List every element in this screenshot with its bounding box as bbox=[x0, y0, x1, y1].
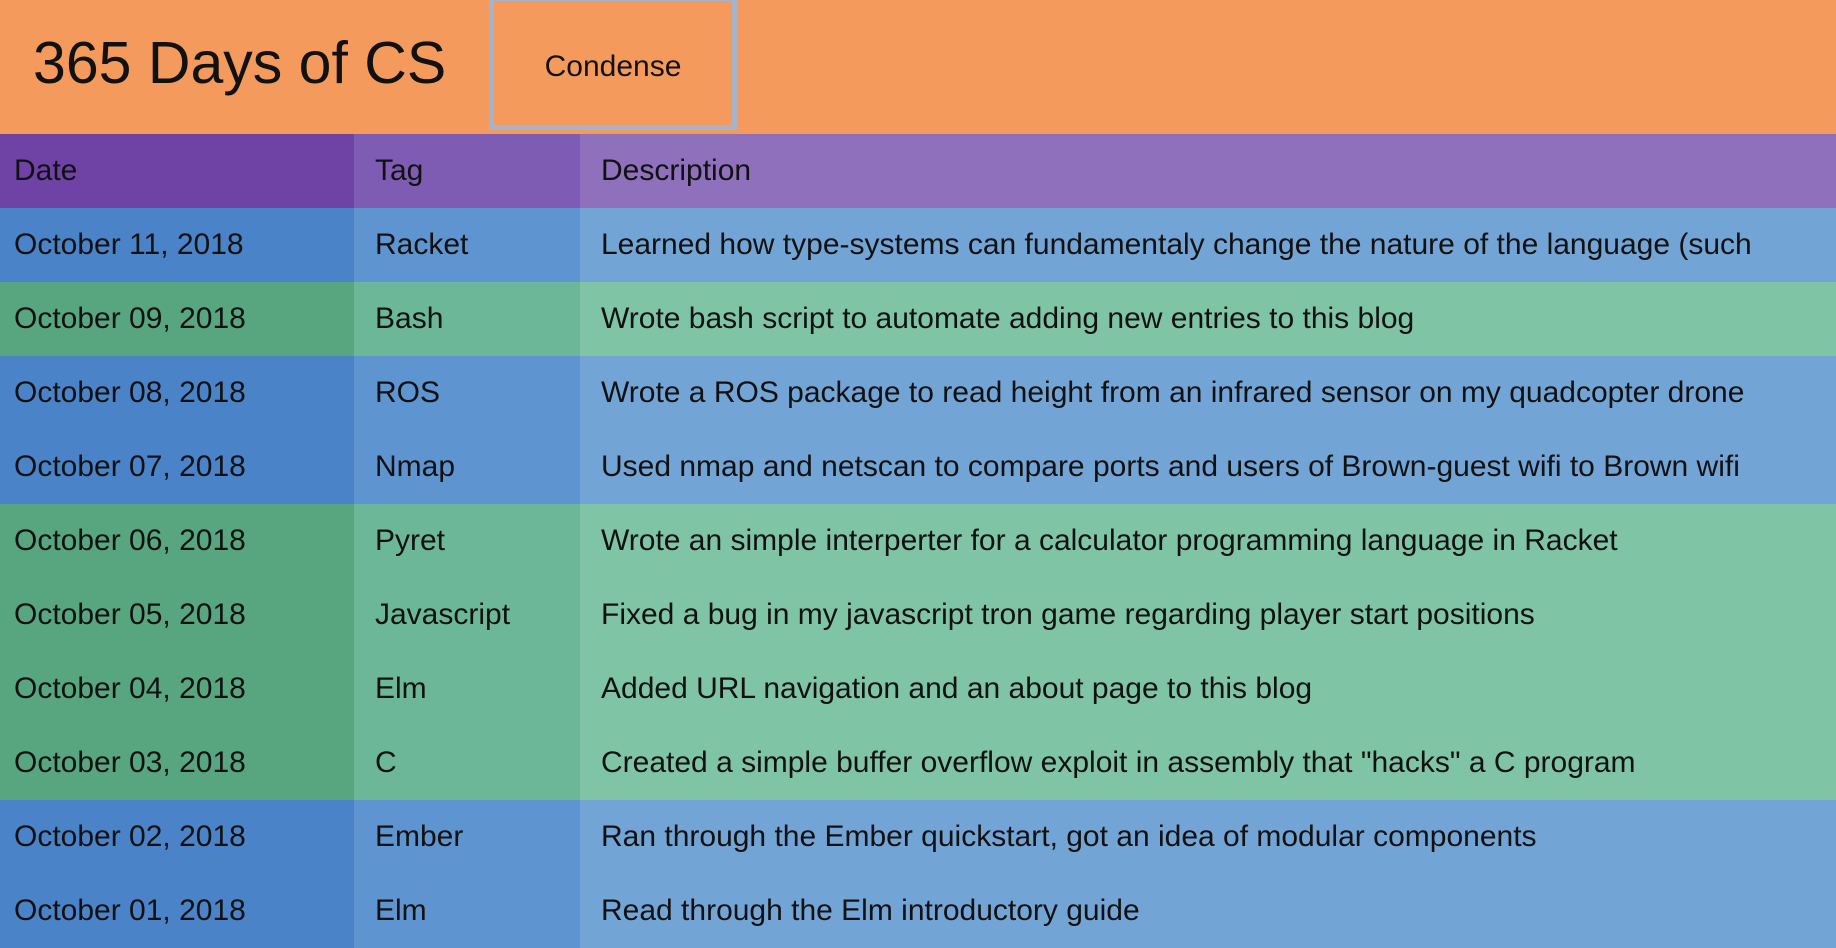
table-row[interactable]: October 03, 2018 C Created a simple buffer… bbox=[0, 726, 1836, 800]
entry-date: October 09, 2018 bbox=[0, 282, 354, 356]
entry-description: Wrote bash script to automate adding new… bbox=[580, 282, 1836, 356]
table-body: October 11, 2018 Racket Learned how type-s… bbox=[0, 208, 1836, 948]
entry-date: October 02, 2018 bbox=[0, 800, 354, 874]
entry-description: Learned how type-systems can fundamental… bbox=[580, 208, 1836, 282]
table-row[interactable]: October 05, 2018 Javascript Fixed a bug in… bbox=[0, 578, 1836, 652]
condense-button[interactable]: Condense bbox=[489, 0, 737, 130]
table-row[interactable]: October 08, 2018 ROS Wrote a ROS package t… bbox=[0, 356, 1836, 430]
entry-tag: Javascript bbox=[354, 578, 580, 652]
entry-description: Wrote a ROS package to read height from … bbox=[580, 356, 1836, 430]
description-column-header[interactable]: Description bbox=[580, 134, 1836, 208]
table-row[interactable]: October 06, 2018 Pyret Wrote an simple int… bbox=[0, 504, 1836, 578]
entry-date: October 08, 2018 bbox=[0, 356, 354, 430]
entry-tag: ROS bbox=[354, 356, 580, 430]
table-row[interactable]: October 01, 2018 Elm Read through the Elm … bbox=[0, 874, 1836, 948]
entry-description: Read through the Elm introductory guide bbox=[580, 874, 1836, 948]
entry-tag: Racket bbox=[354, 208, 580, 282]
entry-date: October 07, 2018 bbox=[0, 430, 354, 504]
entry-tag: Nmap bbox=[354, 430, 580, 504]
entry-description: Added URL navigation and an about page t… bbox=[580, 652, 1836, 726]
entry-tag: Bash bbox=[354, 282, 580, 356]
table-row[interactable]: October 07, 2018 Nmap Used nmap and netsca… bbox=[0, 430, 1836, 504]
entry-date: October 04, 2018 bbox=[0, 652, 354, 726]
site-header: 365 Days of CS Condense bbox=[0, 0, 1836, 134]
entry-description: Used nmap and netscan to compare ports a… bbox=[580, 430, 1836, 504]
table-row[interactable]: October 04, 2018 Elm Added URL navigation … bbox=[0, 652, 1836, 726]
entry-tag: Ember bbox=[354, 800, 580, 874]
table-header-row: Date Tag Description bbox=[0, 134, 1836, 208]
entry-date: October 05, 2018 bbox=[0, 578, 354, 652]
date-column-header[interactable]: Date bbox=[0, 134, 354, 208]
entry-date: October 01, 2018 bbox=[0, 874, 354, 948]
tag-column-header[interactable]: Tag bbox=[354, 134, 580, 208]
site-title: 365 Days of CS bbox=[33, 30, 447, 96]
entry-description: Created a simple buffer overflow exploit… bbox=[580, 726, 1836, 800]
table-row[interactable]: October 11, 2018 Racket Learned how type-s… bbox=[0, 208, 1836, 282]
entry-date: October 03, 2018 bbox=[0, 726, 354, 800]
entry-description: Wrote an simple interperter for a calcul… bbox=[580, 504, 1836, 578]
entry-description: Ran through the Ember quickstart, got an… bbox=[580, 800, 1836, 874]
entry-description: Fixed a bug in my javascript tron game r… bbox=[580, 578, 1836, 652]
table-row[interactable]: October 02, 2018 Ember Ran through the Emb… bbox=[0, 800, 1836, 874]
table-row[interactable]: October 09, 2018 Bash Wrote bash script to… bbox=[0, 282, 1836, 356]
entry-tag: Elm bbox=[354, 652, 580, 726]
entry-date: October 11, 2018 bbox=[0, 208, 354, 282]
entry-tag: Pyret bbox=[354, 504, 580, 578]
entry-tag: C bbox=[354, 726, 580, 800]
entry-tag: Elm bbox=[354, 874, 580, 948]
entries-table: Date Tag Description October 11, 2018 Rac… bbox=[0, 134, 1836, 948]
entry-date: October 06, 2018 bbox=[0, 504, 354, 578]
